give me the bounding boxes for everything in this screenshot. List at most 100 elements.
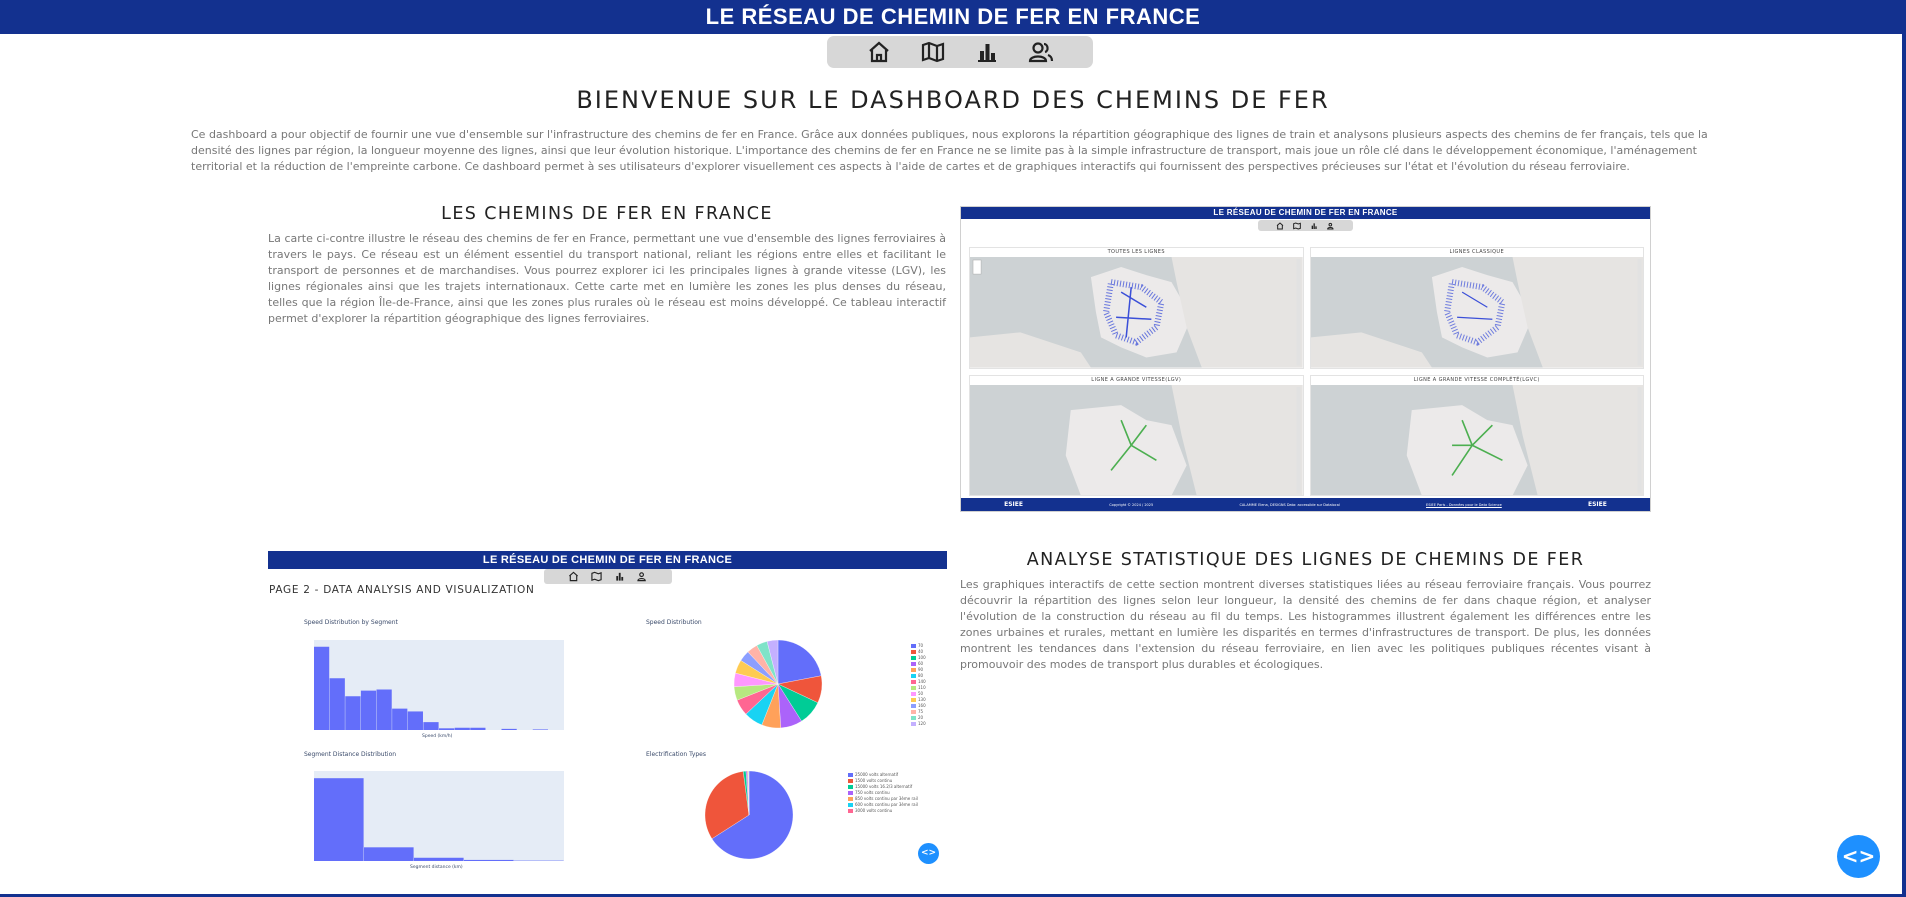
scrollbar-track[interactable] bbox=[1902, 34, 1906, 894]
map-dashboard-preview[interactable]: LE RÉSEAU DE CHEMIN DE FER EN FRANCE TOU… bbox=[960, 206, 1651, 512]
preview-header: LE RÉSEAU DE CHEMIN DE FER EN FRANCE bbox=[268, 551, 947, 569]
footer-link[interactable]: ESIEE Paris - Données pour le Data Scien… bbox=[1426, 503, 1502, 507]
map-icon bbox=[590, 571, 602, 582]
map-panel-title: TOUTES LES LIGNES bbox=[970, 248, 1303, 257]
legend-label: 1500 volts continu bbox=[855, 778, 893, 783]
legend-label: 25000 volts alternatif bbox=[855, 772, 899, 777]
histogram-bar bbox=[314, 646, 330, 730]
legend-label: 100 bbox=[918, 655, 926, 660]
histogram-bar bbox=[439, 728, 455, 730]
map-icon bbox=[1293, 221, 1301, 230]
home-icon bbox=[1276, 221, 1284, 229]
legend-label: 80 bbox=[918, 673, 924, 678]
histogram-bar bbox=[423, 722, 439, 730]
footer-copyright: Copyright © 2024 / 2025 bbox=[1109, 502, 1154, 507]
legend-label: 70 bbox=[918, 643, 924, 648]
legend-label: 110 bbox=[918, 685, 926, 690]
users-icon bbox=[1028, 42, 1054, 63]
legend-swatch bbox=[848, 779, 853, 783]
legend-item[interactable]: 3000 volts continu bbox=[848, 808, 918, 814]
legend-swatch bbox=[911, 710, 916, 714]
page-title: BIENVENUE SUR LE DASHBOARD DES CHEMINS D… bbox=[576, 86, 1330, 114]
legend-label: 3000 volts continu bbox=[855, 808, 893, 813]
preview-page-title: PAGE 2 - DATA ANALYSIS AND VISUALIZATION bbox=[269, 584, 535, 596]
legend-swatch bbox=[911, 698, 916, 702]
chart-title: Speed Distribution by Segment bbox=[304, 619, 398, 626]
distance-histogram bbox=[314, 778, 564, 861]
users-icon bbox=[1327, 222, 1334, 229]
legend-swatch bbox=[911, 668, 916, 672]
histogram-bar bbox=[501, 728, 517, 730]
chart-title: Electrification Types bbox=[646, 751, 706, 758]
map-section-title: LES CHEMINS DE FER EN FRANCE bbox=[441, 204, 773, 224]
legend-swatch bbox=[848, 803, 853, 807]
legend-swatch bbox=[911, 656, 916, 660]
nav-map-button[interactable] bbox=[919, 38, 947, 66]
nav-home-button[interactable] bbox=[865, 38, 893, 66]
france-rail-map bbox=[1310, 257, 1643, 368]
code-toggle-button[interactable]: <> bbox=[1837, 835, 1880, 878]
preview-header: LE RÉSEAU DE CHEMIN DE FER EN FRANCE bbox=[961, 207, 1650, 219]
legend-swatch bbox=[911, 716, 916, 720]
legend-label: 160 bbox=[918, 703, 926, 708]
home-icon bbox=[568, 571, 578, 582]
nav-stats-button[interactable] bbox=[973, 38, 1001, 66]
bar-chart-icon bbox=[1311, 222, 1317, 229]
legend-label: 600 volts continu par 3ème rail bbox=[855, 802, 918, 807]
legend-label: 60 bbox=[918, 661, 924, 666]
preview-nav bbox=[543, 569, 672, 584]
legend-swatch bbox=[848, 797, 853, 801]
legend-item[interactable]: 120 bbox=[911, 721, 926, 727]
legend-swatch bbox=[848, 785, 853, 789]
legend-swatch bbox=[911, 650, 916, 654]
histogram-bar bbox=[360, 690, 377, 730]
histogram-bar bbox=[464, 859, 514, 861]
legend-swatch bbox=[911, 662, 916, 666]
data-dashboard-preview[interactable]: LE RÉSEAU DE CHEMIN DE FER EN FRANCE PAG… bbox=[268, 551, 947, 884]
map-panel-title: LIGNE A GRANDE VITESSE COMPLÉTÉ(LGVC) bbox=[1310, 375, 1643, 385]
map-panel-lgvc[interactable]: LIGNE A GRANDE VITESSE COMPLÉTÉ(LGVC) bbox=[1309, 374, 1644, 496]
map-panel-classic-lines[interactable]: LIGNES CLASSIQUE bbox=[1309, 247, 1644, 369]
speed-histogram bbox=[314, 646, 548, 730]
legend-swatch bbox=[911, 686, 916, 690]
legend-swatch bbox=[848, 791, 853, 795]
histogram-bar bbox=[345, 696, 361, 730]
stats-section-title: ANALYSE STATISTIQUE DES LIGNES DE CHEMIN… bbox=[1026, 550, 1585, 570]
legend-label: 140 bbox=[918, 679, 926, 684]
header-title: LE RÉSEAU DE CHEMIN DE FER EN FRANCE bbox=[705, 4, 1201, 29]
chart-title: Segment Distance Distribution bbox=[304, 751, 397, 758]
preview-footer: ESIEE Copyright © 2024 / 2025 CALAMME El… bbox=[961, 498, 1650, 511]
top-nav bbox=[827, 36, 1093, 68]
legend-swatch bbox=[848, 773, 853, 777]
legend-swatch bbox=[911, 704, 916, 708]
legend-swatch bbox=[911, 692, 916, 696]
pie-legend: 70 40 100 60 90 80 140 110 50 130 160 75 20 120 bbox=[911, 643, 926, 727]
nav-team-button[interactable] bbox=[1027, 38, 1055, 66]
histogram-bar bbox=[454, 727, 470, 730]
map-icon bbox=[921, 41, 945, 63]
histogram-bar bbox=[376, 689, 392, 730]
footer-logo: ESIEE bbox=[1588, 501, 1607, 508]
code-toggle-button[interactable]: <> bbox=[918, 843, 939, 864]
footer-logo: ESIEE bbox=[1004, 501, 1023, 508]
legend-label: 750 volts continu bbox=[855, 790, 890, 795]
france-rail-map bbox=[1310, 384, 1643, 495]
histogram-bar bbox=[532, 729, 548, 730]
x-axis-label: Speed (km/h) bbox=[422, 734, 453, 739]
histogram-bar bbox=[414, 857, 464, 861]
home-icon bbox=[869, 41, 889, 63]
speed-pie-chart bbox=[733, 639, 823, 729]
france-rail-map bbox=[970, 257, 1303, 368]
map-panel-title: LIGNES CLASSIQUE bbox=[1310, 248, 1643, 257]
map-panel-lgv[interactable]: LIGNE A GRANDE VITESSE(LGV) bbox=[969, 374, 1304, 496]
legend-label: 90 bbox=[918, 667, 924, 672]
histogram-bar bbox=[329, 678, 345, 730]
legend-label: 20 bbox=[918, 715, 924, 720]
legend-label: 130 bbox=[918, 697, 926, 702]
stats-section-text: Les graphiques interactifs de cette sect… bbox=[960, 578, 1651, 671]
legend-swatch bbox=[911, 644, 916, 648]
histogram-bar bbox=[407, 711, 423, 730]
users-icon bbox=[636, 572, 646, 582]
map-panel-all-lines[interactable]: TOUTES LES LIGNES bbox=[969, 247, 1304, 369]
legend-label: 40 bbox=[918, 649, 924, 654]
